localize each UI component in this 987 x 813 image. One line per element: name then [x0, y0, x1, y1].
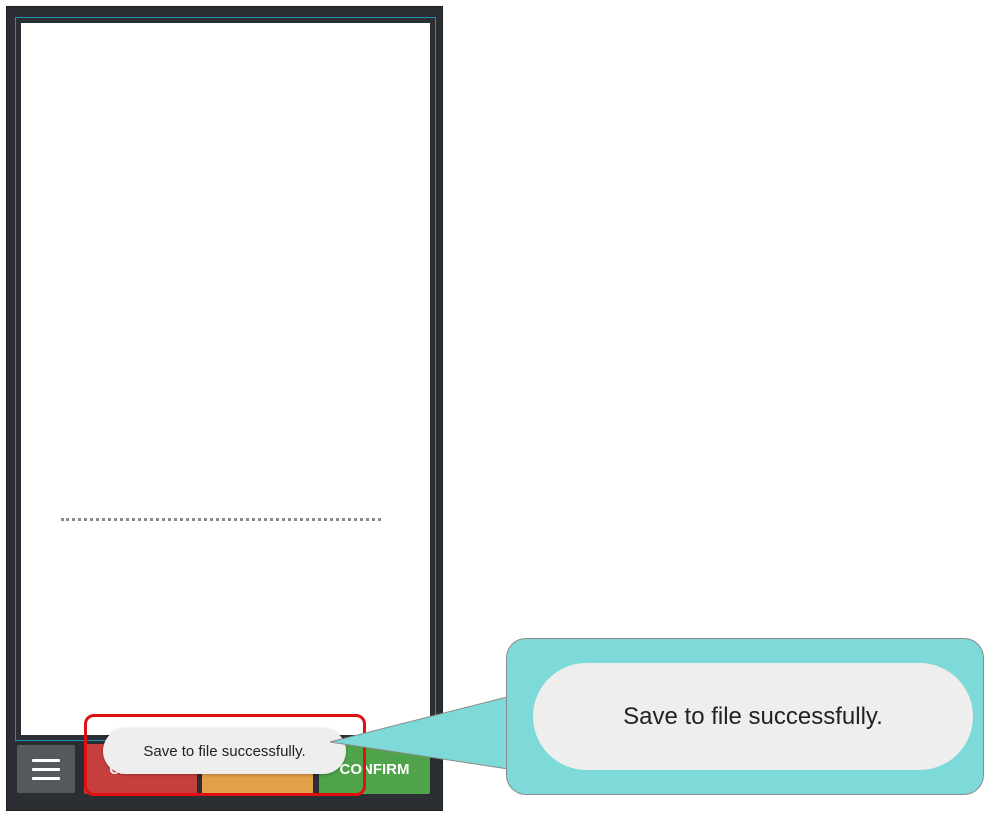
callout-toast-enlarged: Save to file successfully.: [533, 663, 973, 770]
